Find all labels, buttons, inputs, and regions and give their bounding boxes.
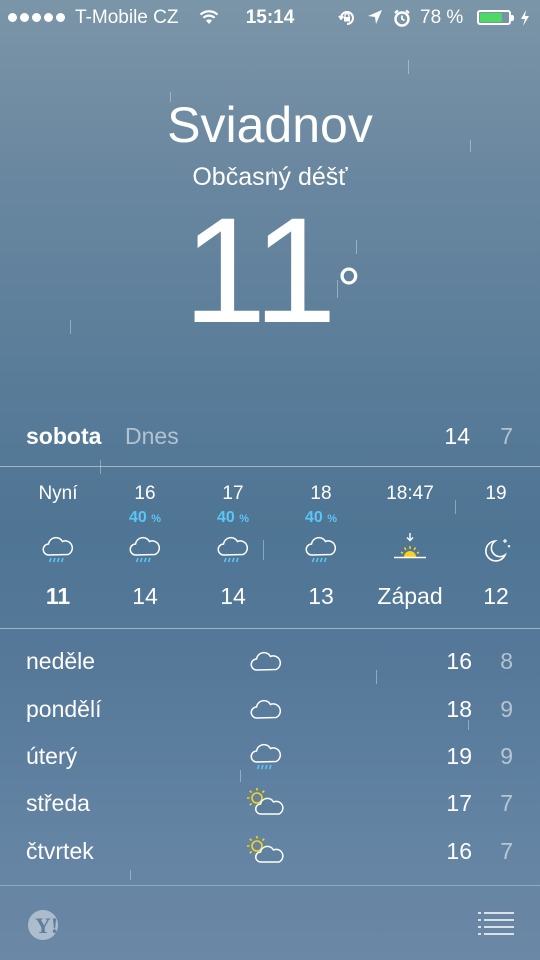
today-high: 14: [444, 423, 470, 449]
rain-cloud-icon: [14, 531, 102, 571]
day-low: 8: [500, 648, 513, 674]
hourly-item: 18:47 Západ: [366, 483, 454, 610]
day-high: 17: [446, 790, 472, 816]
precip-chance-value: 40: [304, 509, 323, 526]
day-low: 7: [500, 790, 513, 816]
day-low: 9: [500, 743, 513, 769]
precip-chance-value: 40: [216, 509, 235, 526]
degree-symbol: °: [336, 256, 361, 323]
daily-row: středa 17 7: [0, 782, 540, 826]
battery-icon: [477, 10, 514, 25]
hour-time: 19: [485, 483, 507, 504]
partly-sunny-icon: [247, 836, 284, 863]
sunset-icon: [366, 531, 454, 571]
rain-cloud-icon: [101, 531, 189, 571]
hourly-item: 17 40 % 14: [189, 483, 277, 610]
hour-temp: Západ: [377, 583, 443, 609]
hourly-item: 18 40 % 13: [277, 483, 365, 610]
rain-cloud-icon: [277, 531, 365, 571]
divider: [0, 885, 540, 886]
hour-temp: 14: [132, 583, 158, 609]
partly-sunny-icon: [247, 788, 284, 815]
divider: [0, 628, 540, 629]
day-name: čtvrtek: [26, 838, 94, 864]
precip-chance: [452, 509, 540, 531]
hour-time: Nyní: [38, 483, 78, 504]
precip-chance: 40 %: [277, 509, 365, 531]
daily-row: čtvrtek 16 7: [0, 830, 540, 874]
yahoo-logo-text: Y!: [35, 913, 58, 938]
hour-time: 16: [134, 483, 156, 504]
precip-chance-unit: %: [239, 513, 250, 525]
day-high: 16: [446, 648, 472, 674]
rotation-lock-icon: [338, 11, 354, 25]
divider: [0, 466, 540, 467]
today-low: 7: [500, 423, 513, 449]
today-day: sobota: [26, 423, 102, 449]
precip-chance: 40 %: [101, 509, 189, 531]
hour-temp: 14: [220, 583, 246, 609]
charging-bolt-icon: [521, 10, 529, 26]
day-name: pondělí: [26, 696, 102, 722]
city-name: Sviadnov: [167, 97, 373, 153]
rain-cloud-icon: [189, 531, 277, 571]
current-temperature-value: 11: [183, 186, 337, 354]
daily-row: pondělí 18 9: [0, 688, 540, 732]
hour-time: 17: [222, 483, 244, 504]
day-name: středa: [26, 790, 90, 816]
day-high: 19: [446, 743, 472, 769]
day-low: 9: [500, 696, 513, 722]
hour-temp: 13: [308, 583, 334, 609]
battery-percent: 78 %: [420, 7, 464, 28]
day-high: 16: [446, 838, 472, 864]
cloud-icon: [250, 651, 282, 671]
hour-temp: 11: [45, 583, 71, 609]
today-label: Dnes: [125, 423, 179, 449]
daily-row: úterý 19 9: [0, 735, 540, 779]
precip-chance-unit: %: [327, 513, 338, 525]
precip-chance-value: 40: [128, 509, 147, 526]
alarm-clock-icon: [394, 9, 410, 27]
day-name: úterý: [26, 743, 78, 769]
precip-chance-unit: %: [151, 513, 162, 525]
current-temperature: 11°: [0, 190, 540, 350]
day-name: neděle: [26, 648, 96, 674]
hour-time: 18: [310, 483, 332, 504]
rain-cloud-icon: [250, 743, 282, 770]
day-high: 18: [446, 696, 472, 722]
list-icon[interactable]: [478, 910, 514, 936]
precip-chance: 40 %: [189, 509, 277, 531]
precip-chance: [366, 509, 454, 531]
location-arrow-icon: [368, 10, 382, 24]
daily-row: neděle 16 8: [0, 640, 540, 684]
precip-chance: [14, 509, 102, 531]
day-low: 7: [500, 838, 513, 864]
hour-temp: 12: [483, 583, 509, 609]
moon-stars-icon: [452, 531, 540, 571]
hourly-item: Nyní 11: [14, 483, 102, 610]
cloud-icon: [250, 699, 282, 719]
hour-time: 18:47: [386, 483, 434, 504]
hourly-item: 19 12: [452, 483, 540, 610]
hourly-item: 16 40 % 14: [101, 483, 189, 610]
yahoo-logo-icon[interactable]: Y!: [26, 909, 76, 941]
status-bar: T-Mobile CZ 15:14 78 %: [0, 0, 540, 36]
